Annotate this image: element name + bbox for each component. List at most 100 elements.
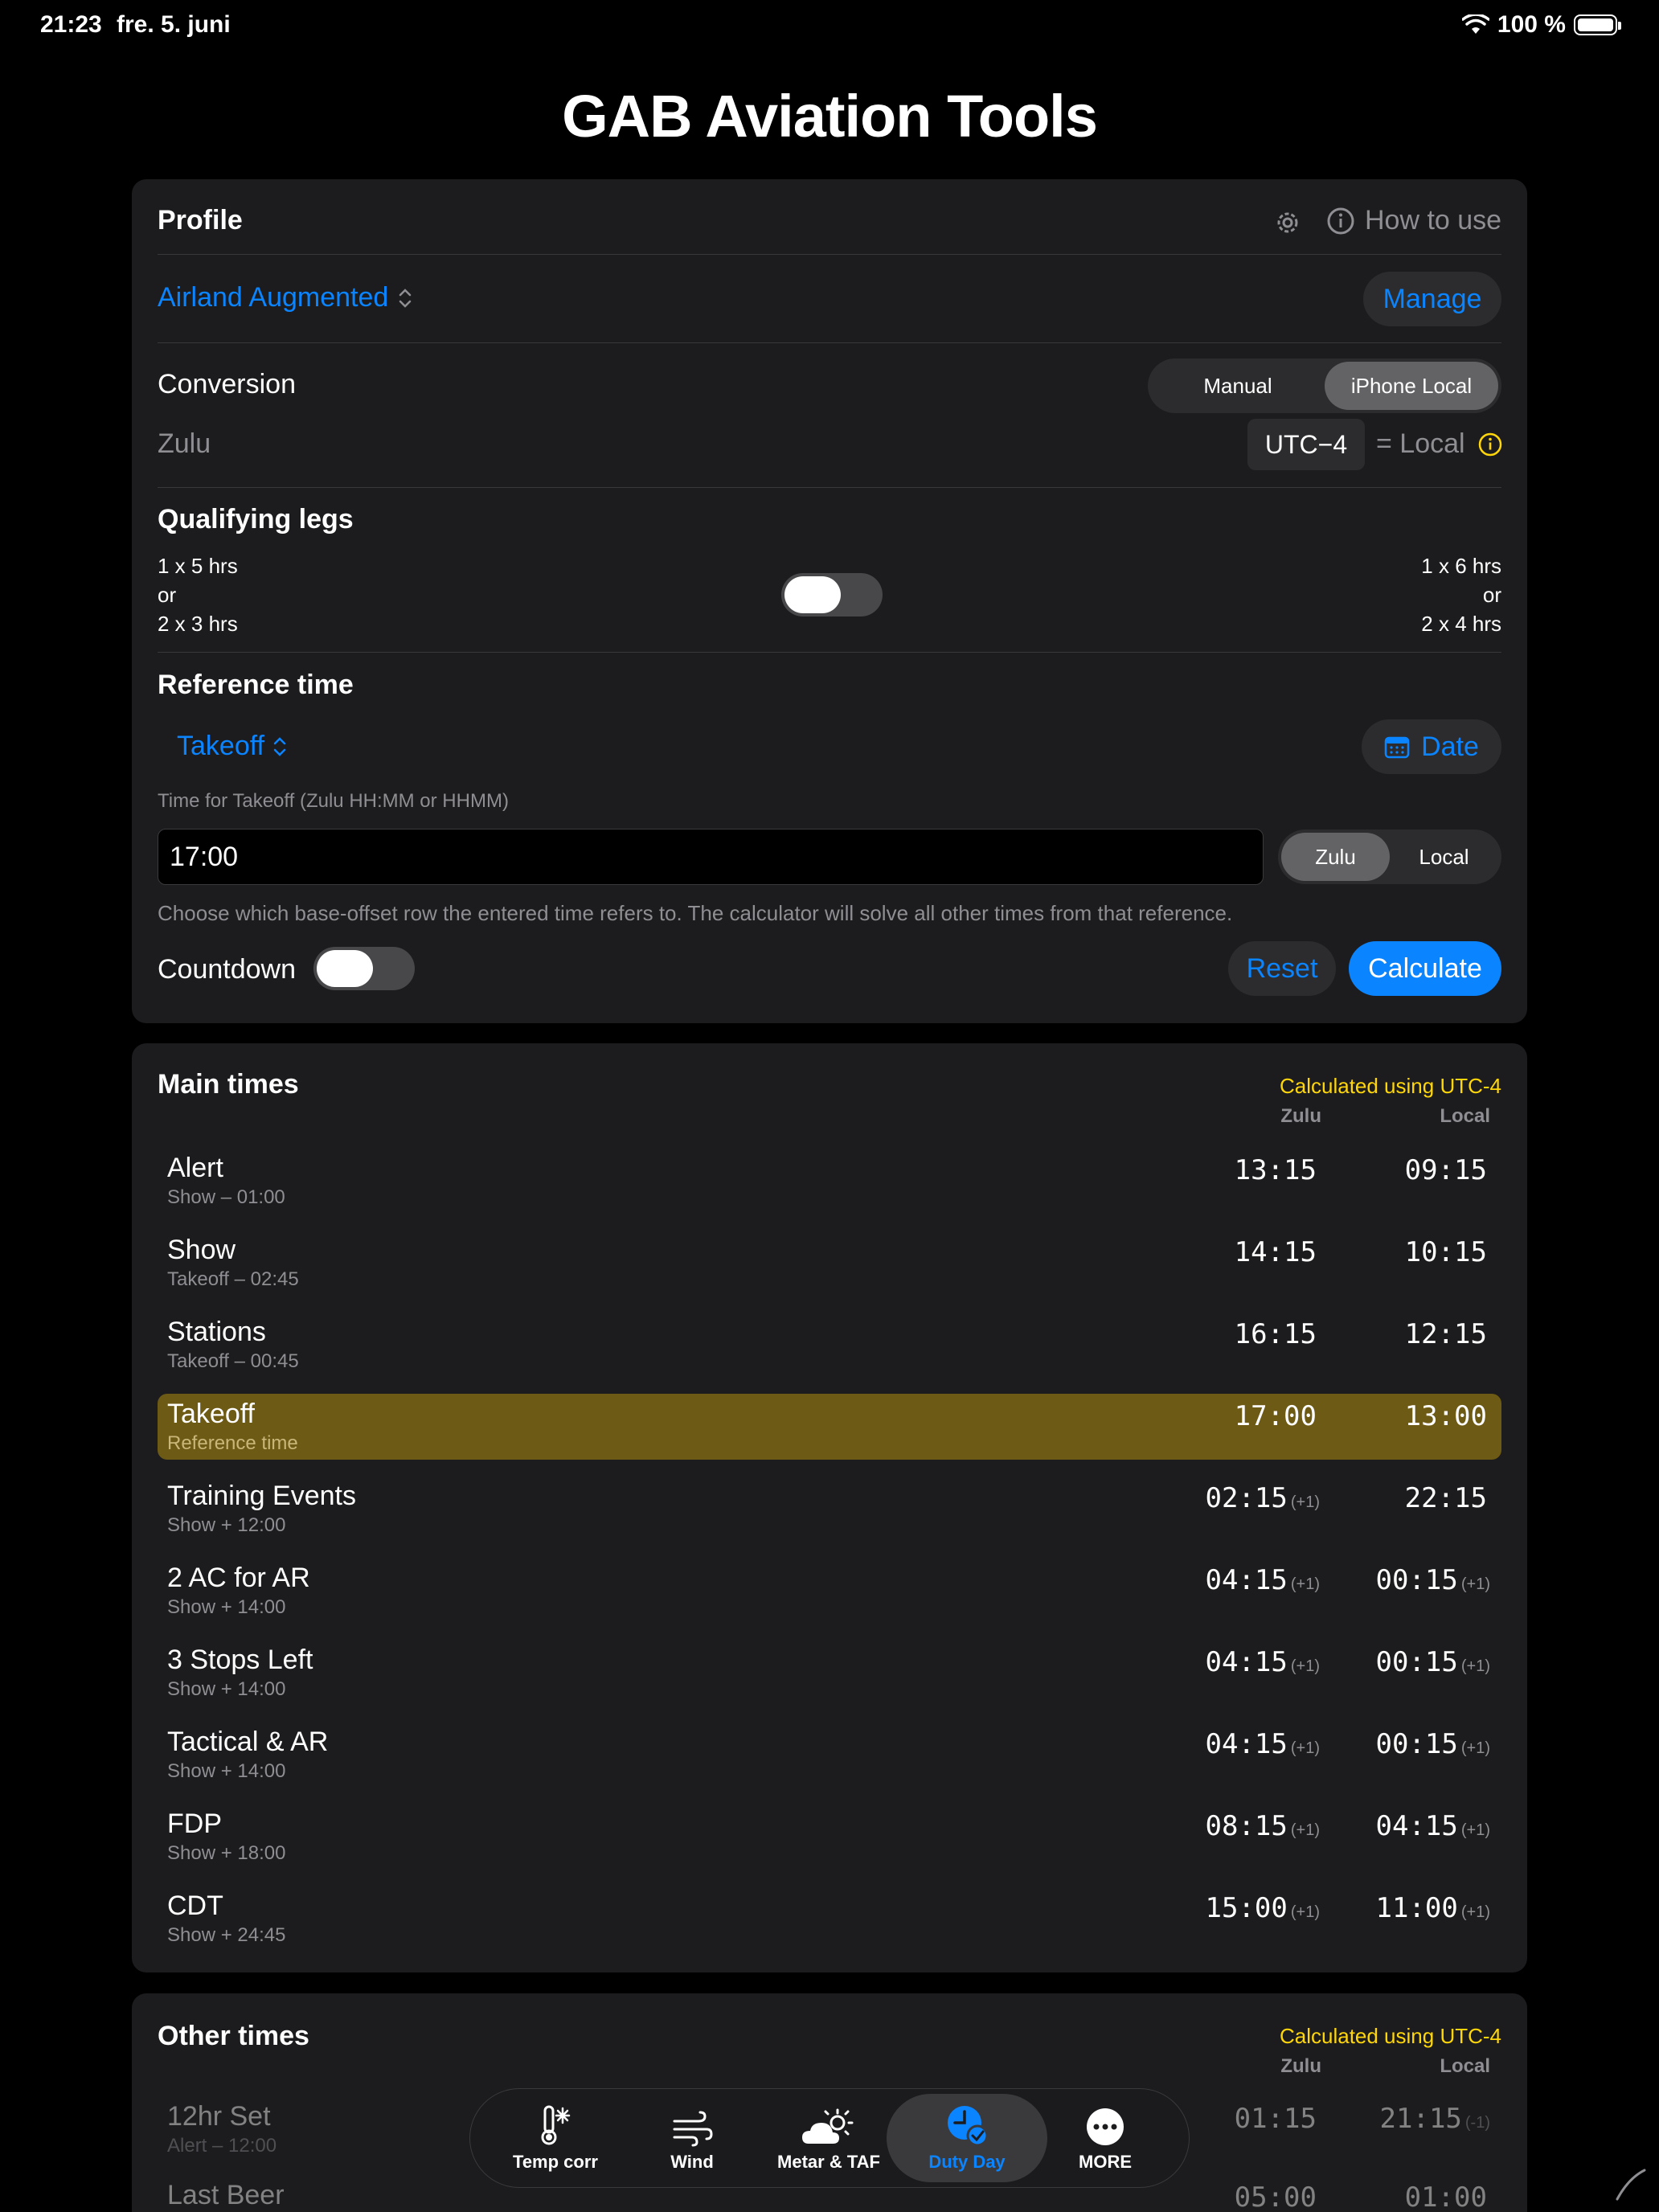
calendar-icon: [1384, 736, 1410, 759]
clock-check-icon: [948, 2106, 989, 2147]
time-row[interactable]: 3 Stops Left Show + 14:00 04:15 (+1) 00:15 (+…: [158, 1640, 1501, 1706]
time-row-sub: Show + 14:00: [167, 1678, 286, 1700]
chevron-up-down-icon: [399, 288, 412, 308]
time-row-name: 2 AC for AR: [167, 1563, 310, 1593]
time-row[interactable]: CDT Show + 24:45 15:00 (+1) 11:00 (+1): [158, 1886, 1501, 1952]
chevron-up-down-icon: [273, 736, 286, 756]
wifi-icon: [1461, 14, 1489, 34]
battery-percent: 100 %: [1497, 11, 1566, 38]
time-row-local: 11:00 (+1): [1375, 1892, 1490, 1924]
time-row-sub: Reference time: [167, 1432, 298, 1454]
time-row-local: 04:15 (+1): [1375, 1810, 1490, 1842]
time-row-local: 22:15: [1404, 1482, 1487, 1514]
time-row-name: 3 Stops Left: [167, 1645, 313, 1675]
time-row[interactable]: FDP Show + 18:00 08:15 (+1) 04:15 (+1): [158, 1804, 1501, 1870]
info-circle-icon: [1327, 207, 1354, 234]
time-row-local: 09:15: [1404, 1154, 1487, 1186]
countdown-toggle[interactable]: [313, 947, 415, 990]
zone-segmented-control: Zulu Local: [1278, 830, 1501, 884]
reference-picker[interactable]: Takeoff: [177, 731, 287, 762]
reference-time-input[interactable]: 17:00: [158, 829, 1264, 885]
time-row[interactable]: Show Takeoff – 02:45 14:15 10:15: [158, 1230, 1501, 1296]
time-row-sub: Show + 18:00: [167, 1842, 286, 1864]
time-row-sub: Takeoff – 00:45: [167, 1350, 299, 1372]
other-calculated-using: Calculated using UTC-4: [1279, 2024, 1501, 2048]
conversion-label: Conversion: [158, 369, 296, 399]
status-time: 21:23: [40, 11, 102, 38]
tab-label: Metar & TAF: [777, 2152, 880, 2172]
gear-icon[interactable]: [1273, 208, 1302, 237]
zone-option-zulu[interactable]: Zulu: [1281, 833, 1390, 881]
reference-hint: Choose which base-offset row the entered…: [158, 901, 1233, 925]
time-row-name: Show: [167, 1235, 236, 1265]
time-row-local: 21:15 (-1): [1379, 2103, 1490, 2135]
time-row[interactable]: Alert Show – 01:00 13:15 09:15: [158, 1148, 1501, 1214]
other-col-local: Local: [1440, 2055, 1490, 2077]
tab-label: Temp corr: [513, 2152, 598, 2172]
manage-button[interactable]: Manage: [1363, 272, 1501, 326]
time-row-name: FDP: [167, 1809, 222, 1839]
status-bar: 21:23 fre. 5. juni 100 %: [0, 0, 1659, 51]
time-row[interactable]: Stations Takeoff – 00:45 16:15 12:15: [158, 1312, 1501, 1378]
other-col-zulu: Zulu: [1280, 2055, 1321, 2077]
qualifying-legs-toggle[interactable]: [781, 573, 883, 616]
tab-label: MORE: [1079, 2152, 1132, 2172]
time-row[interactable]: Takeoff Reference time 17:00 13:00: [158, 1394, 1501, 1460]
conversion-option-iphone-local[interactable]: iPhone Local: [1325, 362, 1498, 410]
reference-time-header: Reference time: [158, 670, 354, 700]
time-row-local: 00:15 (+1): [1375, 1646, 1490, 1678]
time-row-sub: Show – 01:00: [167, 1186, 285, 1208]
how-to-use-button[interactable]: How to use: [1326, 205, 1501, 236]
time-row-zulu: 14:15: [1234, 1236, 1317, 1268]
time-row-name: 12hr Set: [167, 2101, 271, 2132]
profile-picker[interactable]: Airland Augmented: [158, 282, 412, 313]
profile-header: Profile: [158, 205, 243, 236]
reference-picker-label: Takeoff: [177, 731, 265, 761]
profile-picker-label: Airland Augmented: [158, 282, 389, 313]
main-times-card: Main times Calculated using UTC-4 Zulu L…: [132, 1043, 1527, 1972]
equals-local-label: = Local: [1376, 428, 1465, 459]
date-button[interactable]: Date: [1362, 719, 1501, 774]
cloud-sun-icon: [802, 2108, 854, 2144]
wind-icon: [673, 2111, 713, 2147]
time-row-name: Takeoff: [167, 1399, 256, 1429]
zone-option-local[interactable]: Local: [1390, 833, 1498, 881]
time-row-zulu: 08:15 (+1): [1205, 1810, 1320, 1842]
time-row-sub: Show + 14:00: [167, 1760, 286, 1782]
utc-offset-field[interactable]: UTC−4: [1247, 419, 1365, 470]
tab-duty-day[interactable]: Duty Day: [887, 2094, 1047, 2182]
time-row-sub: Show + 24:45: [167, 1924, 286, 1946]
date-button-label: Date: [1421, 731, 1479, 762]
time-row-local: 01:00: [1404, 2181, 1487, 2212]
status-date: fre. 5. juni: [117, 11, 231, 38]
calculate-button[interactable]: Calculate: [1349, 941, 1501, 996]
time-row-zulu: 04:15 (+1): [1205, 1564, 1320, 1596]
status-right: 100 %: [1461, 11, 1621, 39]
time-row-sub: Takeoff – 02:45: [167, 1268, 299, 1290]
time-row-sub: Show + 14:00: [167, 1596, 286, 1618]
main-calculated-using: Calculated using UTC-4: [1279, 1074, 1501, 1098]
tab-more[interactable]: MORE: [1025, 2094, 1186, 2182]
qualifying-legs-header: Qualifying legs: [158, 504, 354, 535]
time-row-zulu: 01:15: [1234, 2103, 1317, 2135]
tab-metar-taf[interactable]: Metar & TAF: [748, 2094, 909, 2182]
app-title: GAB Aviation Tools: [562, 83, 1098, 150]
tab-bar: Temp corr Wind Metar & TAF Duty Day MORE: [469, 2088, 1190, 2188]
qualifying-legs-right: 1 x 6 hrs or 2 x 4 hrs: [1421, 554, 1501, 636]
time-row-zulu: 16:15: [1234, 1318, 1317, 1350]
time-row[interactable]: Training Events Show + 12:00 02:15 (+1) 22:1…: [158, 1476, 1501, 1542]
thermometer-snow-icon: [541, 2105, 571, 2145]
info-icon[interactable]: [1477, 432, 1503, 457]
ellipsis-circle-icon: [1087, 2108, 1124, 2145]
edit-handle-icon[interactable]: [1612, 2167, 1648, 2202]
time-row-zulu: 04:15 (+1): [1205, 1728, 1320, 1760]
conversion-option-manual[interactable]: Manual: [1151, 362, 1325, 410]
time-row-name: Stations: [167, 1317, 266, 1347]
profile-card: Profile How to use Airland Augmented Man…: [132, 179, 1527, 1023]
time-row-local: 13:00: [1404, 1400, 1487, 1432]
time-row[interactable]: Tactical & AR Show + 14:00 04:15 (+1) 00:15(…: [158, 1722, 1501, 1788]
time-row-local: 00:15 (+1): [1375, 1564, 1490, 1596]
reset-button[interactable]: Reset: [1228, 941, 1336, 996]
time-row-name: Tactical & AR: [167, 1727, 329, 1757]
time-row[interactable]: 2 AC for AR Show + 14:00 04:15 (+1) 00:15 (+1…: [158, 1558, 1501, 1624]
